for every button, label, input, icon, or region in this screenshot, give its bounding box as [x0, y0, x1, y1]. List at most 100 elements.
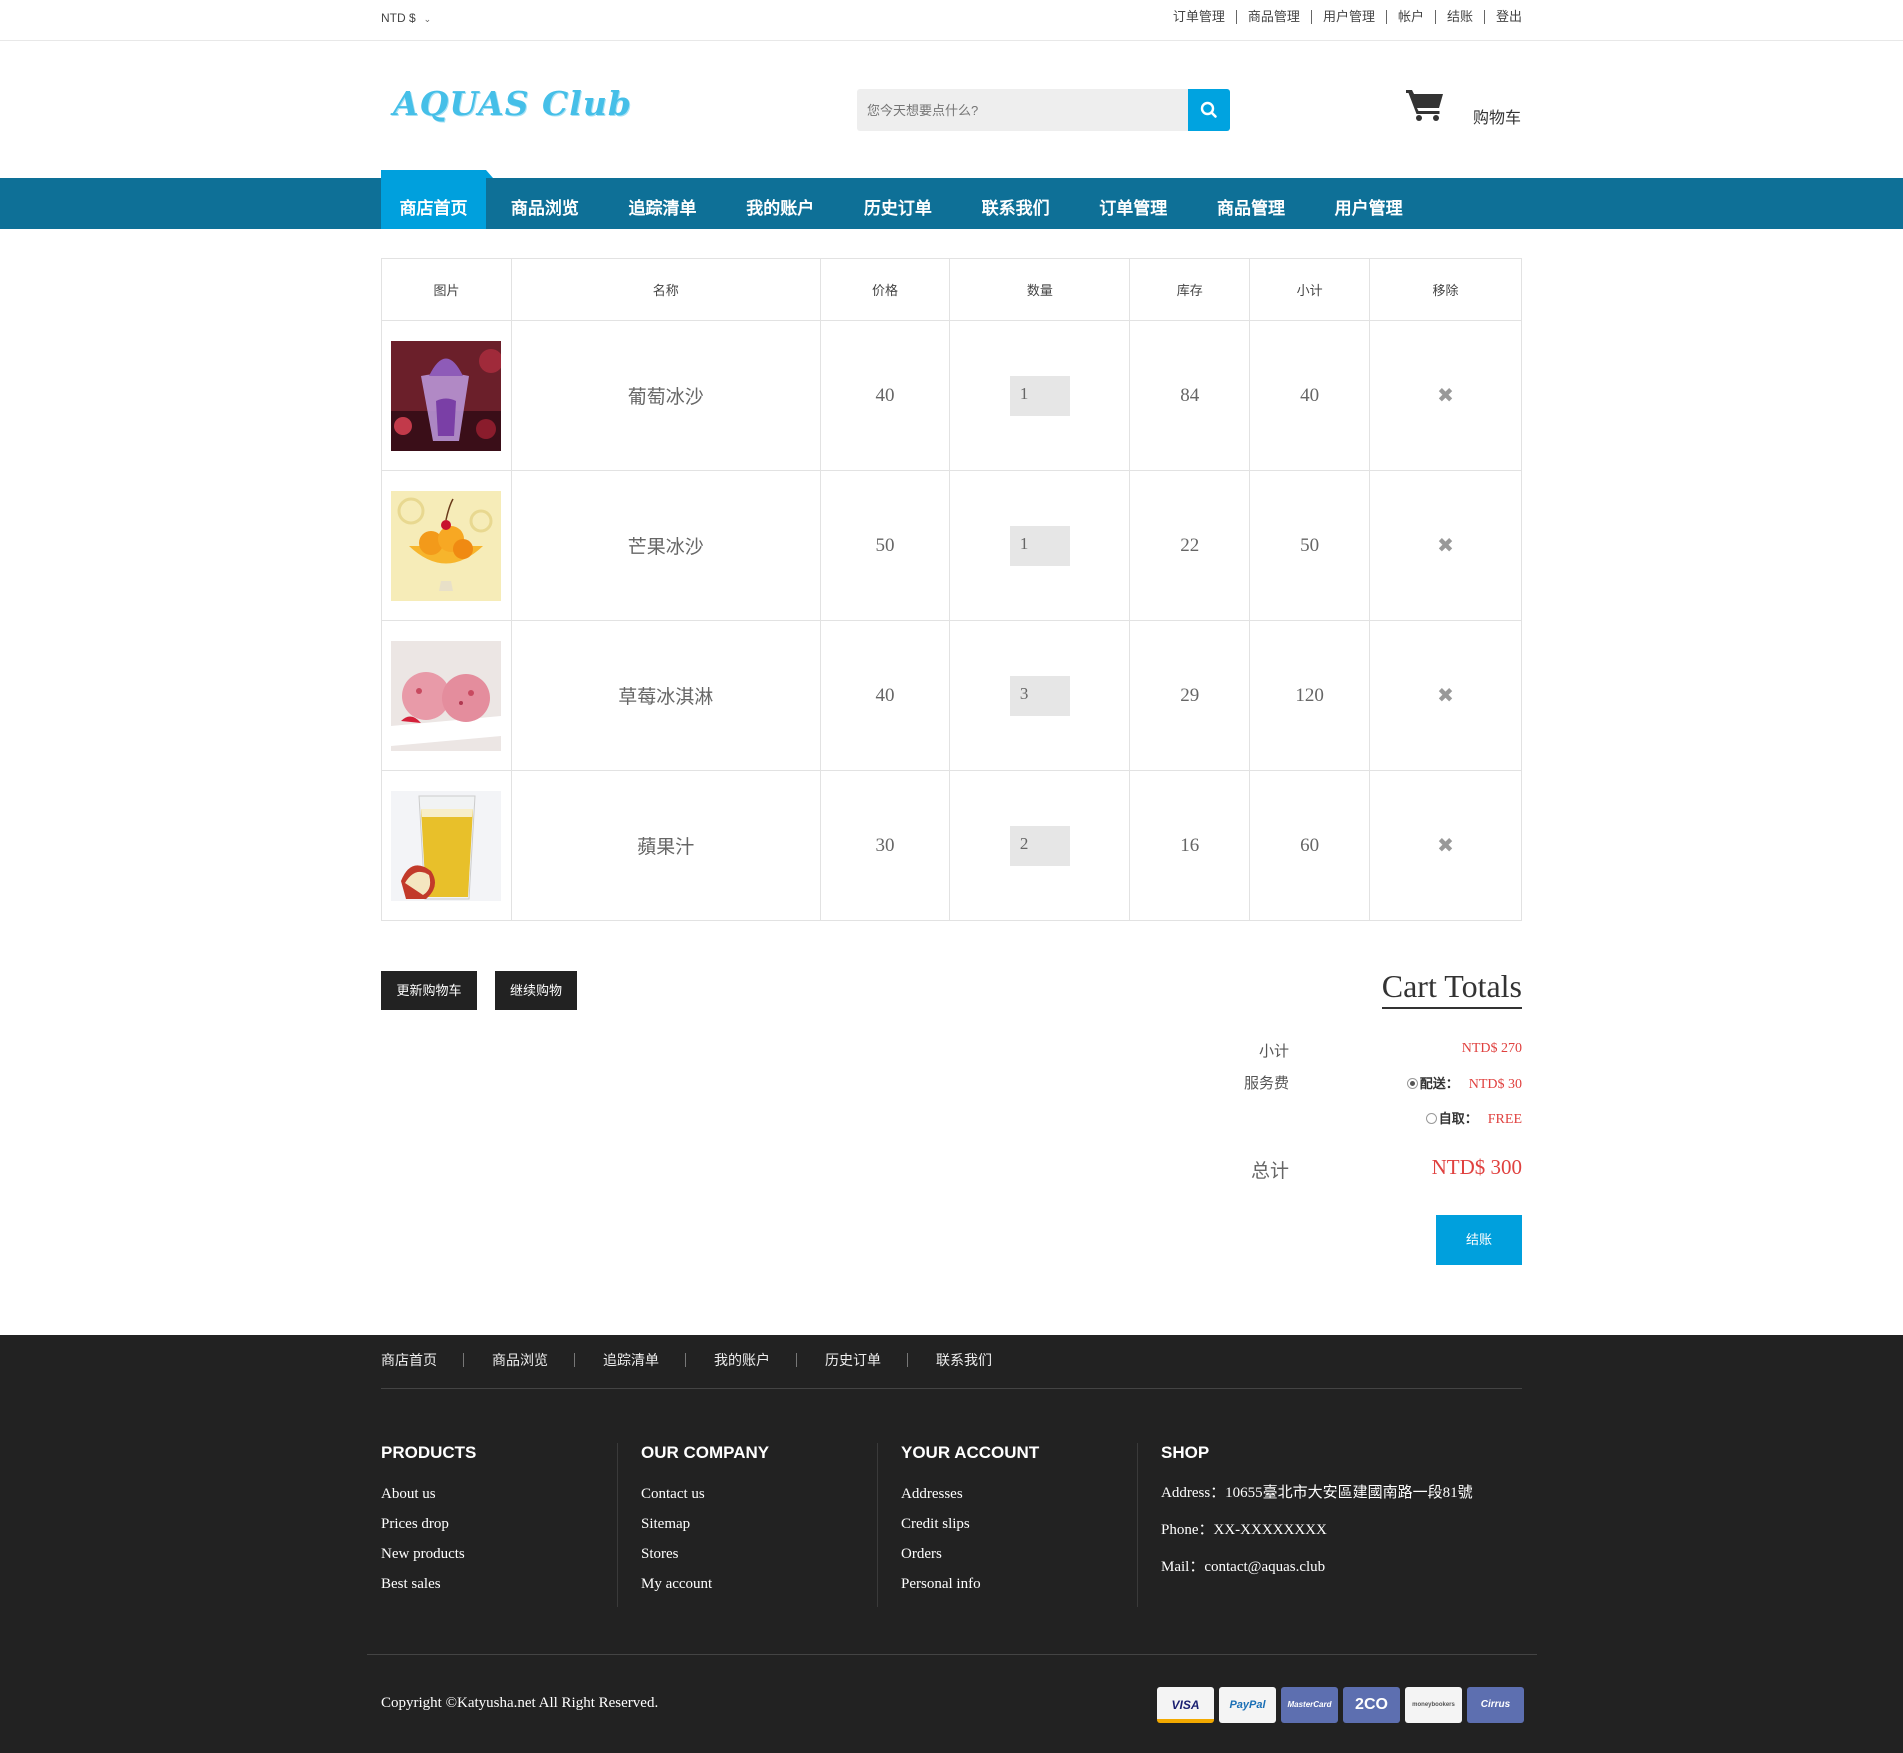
footer-link[interactable]: Sitemap: [641, 1516, 877, 1533]
shop-phone: Phone：XX-XXXXXXXX: [1161, 1522, 1327, 1538]
visa-icon: VISA: [1157, 1687, 1214, 1723]
table-header-row: 图片 名称 价格 数量 库存 小计 移除: [381, 258, 1522, 321]
update-cart-button[interactable]: 更新购物车: [381, 971, 477, 1010]
top-link-account[interactable]: 帐户: [1385, 10, 1435, 24]
quantity-input[interactable]: 3: [1009, 675, 1070, 716]
footer-nav-browse[interactable]: 商品浏览: [492, 1353, 575, 1367]
quantity-input[interactable]: 1: [1009, 525, 1070, 566]
footer-link[interactable]: Contact us: [641, 1486, 877, 1503]
site-logo[interactable]: AQUAS Club: [393, 84, 632, 123]
product-image-cell: [381, 470, 512, 621]
nav-order-history[interactable]: 历史订单: [839, 170, 957, 229]
mastercard-icon: MasterCard: [1281, 1687, 1338, 1723]
quantity-cell: 3: [949, 620, 1131, 771]
nav-browse[interactable]: 商品浏览: [486, 170, 604, 229]
header-remove: 移除: [1369, 258, 1522, 321]
product-name[interactable]: 葡萄冰沙: [510, 320, 821, 471]
top-link-logout[interactable]: 登出: [1483, 10, 1522, 24]
footer-column-shop: SHOP Address：10655臺北市大安區建國南路一段81號 Phone：…: [1161, 1443, 1491, 1607]
footer-link[interactable]: Personal info: [901, 1576, 1137, 1593]
copyright: Copyright ©Katyusha.net All Right Reserv…: [381, 1695, 659, 1711]
footer-nav-tracking[interactable]: 追踪清单: [603, 1353, 686, 1367]
top-link-user-management[interactable]: 用户管理: [1310, 10, 1386, 24]
footer-nav-my-account[interactable]: 我的账户: [714, 1353, 797, 1367]
footer-column-title: OUR COMPANY: [641, 1443, 770, 1462]
cirrus-icon: Cirrus: [1467, 1687, 1524, 1723]
footer-link[interactable]: New products: [381, 1546, 617, 1563]
payment-methods: VISA PayPal MasterCard 2CO moneybookers …: [1157, 1687, 1524, 1723]
product-image-cell: [381, 770, 512, 921]
strawberry-ice-cream-image[interactable]: [391, 640, 502, 751]
header-price: 价格: [819, 258, 951, 321]
product-name[interactable]: 草莓冰淇淋: [510, 620, 821, 771]
top-link-checkout[interactable]: 结账: [1434, 10, 1484, 24]
footer-link[interactable]: About us: [381, 1486, 617, 1503]
pickup-option[interactable]: 自取： FREE: [1425, 1108, 1522, 1128]
quantity-input[interactable]: 1: [1009, 375, 1070, 416]
footer-nav-home[interactable]: 商店首页: [381, 1353, 464, 1367]
footer-nav-contact[interactable]: 联系我们: [936, 1353, 1018, 1367]
quantity-input[interactable]: 2: [1009, 825, 1070, 866]
top-link-product-management[interactable]: 商品管理: [1235, 10, 1311, 24]
delivery-radio[interactable]: [1406, 1078, 1418, 1090]
search-button[interactable]: [1188, 89, 1230, 131]
table-row: 蘋果汁 30 2 16 60 ✖: [381, 770, 1522, 921]
search-input[interactable]: [857, 89, 1187, 131]
continue-shopping-button[interactable]: 继续购物: [495, 971, 577, 1010]
product-stock: 22: [1129, 470, 1251, 621]
top-links: 订单管理 商品管理 用户管理 帐户 结账 登出: [1173, 10, 1522, 24]
footer-nav-order-history[interactable]: 历史订单: [825, 1353, 908, 1367]
product-name[interactable]: 芒果冰沙: [510, 470, 821, 621]
delivery-label: 配送：: [1419, 1076, 1459, 1091]
pickup-value: FREE: [1487, 1112, 1522, 1127]
header-quantity: 数量: [949, 258, 1131, 321]
nav-order-management[interactable]: 订单管理: [1074, 170, 1192, 229]
cart-link[interactable]: 购物车: [1473, 104, 1521, 128]
footer-link[interactable]: Best sales: [381, 1576, 617, 1593]
nav-home[interactable]: 商店首页: [381, 170, 493, 229]
2co-icon: 2CO: [1343, 1687, 1400, 1723]
search-icon: [1200, 101, 1217, 118]
shop-mail[interactable]: Mail：contact@aquas.club: [1161, 1555, 1491, 1576]
table-row: 葡萄冰沙 40 1 84 40 ✖: [381, 320, 1522, 471]
footer-link[interactable]: Addresses: [901, 1486, 1137, 1503]
footer-link[interactable]: Stores: [641, 1546, 877, 1563]
close-icon[interactable]: ✖: [1437, 685, 1454, 707]
shopping-cart-icon[interactable]: [1405, 87, 1445, 123]
service-fee-label: 服务费: [1243, 1075, 1289, 1092]
footer-link[interactable]: My account: [641, 1576, 877, 1593]
footer-link[interactable]: Credit slips: [901, 1516, 1137, 1533]
close-icon[interactable]: ✖: [1437, 385, 1454, 407]
nav-contact[interactable]: 联系我们: [957, 170, 1075, 229]
grape-smoothie-image[interactable]: [391, 340, 502, 451]
pickup-radio[interactable]: [1425, 1113, 1437, 1125]
nav-tracking[interactable]: 追踪清单: [604, 170, 722, 229]
subtotal-label: 小计: [1258, 1043, 1289, 1060]
delivery-option[interactable]: 配送： NTD$ 30: [1406, 1073, 1522, 1093]
nav-my-account[interactable]: 我的账户: [721, 170, 839, 229]
nav-product-management[interactable]: 商品管理: [1192, 170, 1310, 229]
product-name[interactable]: 蘋果汁: [510, 770, 821, 921]
product-subtotal: 50: [1249, 470, 1371, 621]
close-icon[interactable]: ✖: [1437, 535, 1454, 557]
footer-column-products: PRODUCTS About us Prices drop New produc…: [381, 1443, 618, 1607]
currency-selector[interactable]: NTD $ ⌄: [381, 11, 431, 25]
pickup-label: 自取：: [1438, 1111, 1478, 1126]
close-icon[interactable]: ✖: [1437, 835, 1454, 857]
footer-nav: 商店首页 商品浏览 追踪清单 我的账户 历史订单 联系我们: [381, 1353, 1522, 1367]
product-subtotal: 120: [1249, 620, 1371, 771]
product-image-cell: [381, 320, 512, 471]
footer-link[interactable]: Prices drop: [381, 1516, 617, 1533]
checkout-button[interactable]: 结账: [1436, 1215, 1522, 1265]
product-price: 30: [819, 770, 951, 921]
apple-juice-image[interactable]: [391, 790, 502, 901]
mango-smoothie-image[interactable]: [391, 490, 502, 601]
top-link-order-management[interactable]: 订单管理: [1173, 10, 1236, 24]
table-row: 芒果冰沙 50 1 22 50 ✖: [381, 470, 1522, 621]
product-price: 50: [819, 470, 951, 621]
remove-cell: ✖: [1369, 770, 1522, 921]
paypal-icon: PayPal: [1219, 1687, 1276, 1723]
footer-link[interactable]: Orders: [901, 1546, 1137, 1563]
main-nav: 商店首页 商品浏览 追踪清单 我的账户 历史订单 联系我们 订单管理 商品管理 …: [381, 170, 1428, 229]
nav-user-management[interactable]: 用户管理: [1310, 170, 1428, 229]
